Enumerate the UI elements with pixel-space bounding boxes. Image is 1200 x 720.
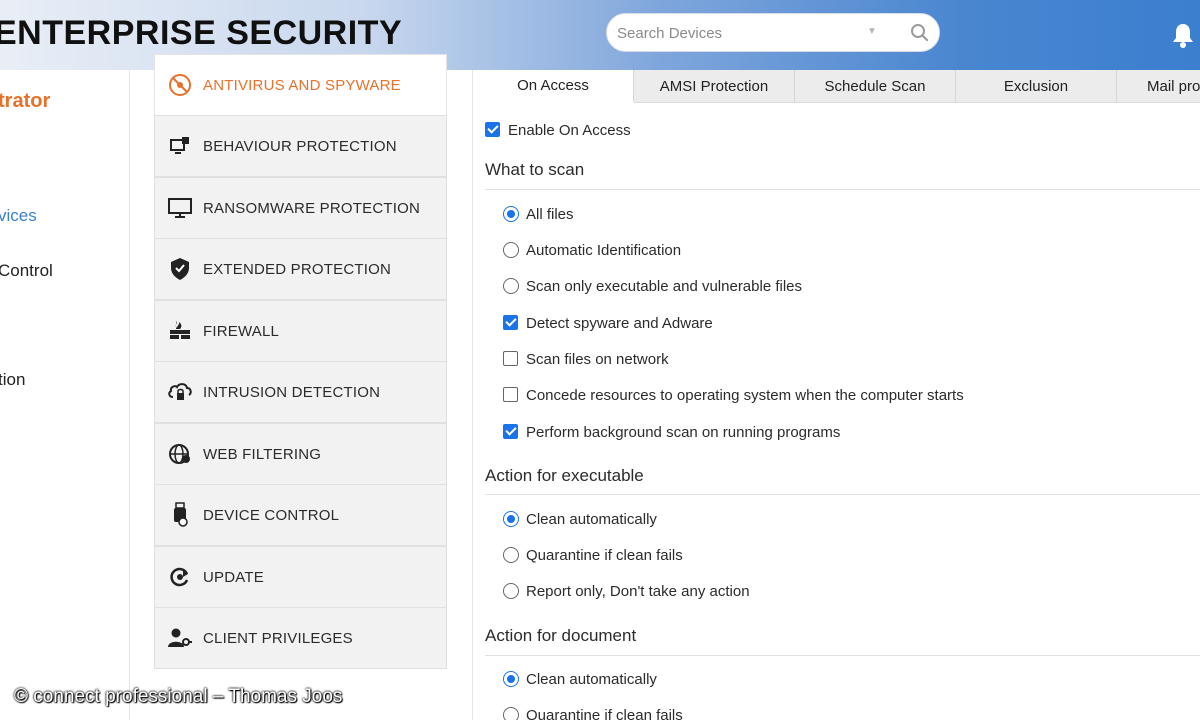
tab-exclusion[interactable]: Exclusion xyxy=(956,70,1117,103)
radio-label[interactable]: All files xyxy=(526,206,574,223)
role-label: trator xyxy=(0,90,51,112)
category-label: BEHAVIOUR PROTECTION xyxy=(203,137,397,155)
search-input[interactable] xyxy=(617,22,867,44)
checkbox-label[interactable]: Perform background scan on running progr… xyxy=(526,424,840,441)
tab-bar: On Access AMSI Protection Schedule Scan … xyxy=(473,70,1200,103)
behaviour-icon xyxy=(167,133,193,159)
radio-label[interactable]: Quarantine if clean fails xyxy=(526,547,683,564)
radio-label[interactable]: Quarantine if clean fails xyxy=(526,707,683,720)
radio-label[interactable]: Report only, Don't take any action xyxy=(526,583,750,600)
leftnav-item-devices[interactable]: vices xyxy=(0,206,37,226)
search-box[interactable]: ▼ xyxy=(606,13,940,52)
checkbox-scan-network[interactable] xyxy=(503,351,518,366)
category-label: UPDATE xyxy=(203,568,264,586)
shield-icon xyxy=(167,256,193,282)
monitor-icon xyxy=(167,195,193,221)
category-label: EXTENDED PROTECTION xyxy=(203,260,391,278)
radio-label[interactable]: Automatic Identification xyxy=(526,242,681,259)
category-extended[interactable]: EXTENDED PROTECTION xyxy=(154,238,447,300)
usb-icon xyxy=(167,502,193,528)
checkbox-detect-spyware[interactable] xyxy=(503,315,518,330)
radio-exec-report-only[interactable] xyxy=(503,583,519,599)
section-action-document: Action for document xyxy=(485,626,637,645)
category-label: WEB FILTERING xyxy=(203,445,322,463)
section-divider xyxy=(485,494,1200,495)
main-panel: On Access AMSI Protection Schedule Scan … xyxy=(472,70,1200,720)
radio-all-files[interactable] xyxy=(503,206,519,222)
category-label: FIREWALL xyxy=(203,322,280,340)
tab-mail-protection[interactable]: Mail pro xyxy=(1117,70,1200,103)
category-device-control[interactable]: DEVICE CONTROL xyxy=(154,484,447,546)
tab-on-access[interactable]: On Access xyxy=(473,70,634,103)
radio-label[interactable]: Clean automatically xyxy=(526,511,657,528)
category-ransomware[interactable]: RANSOMWARE PROTECTION xyxy=(154,177,447,239)
app-title: ENTERPRISE SECURITY xyxy=(0,14,403,52)
bell-icon[interactable] xyxy=(1170,21,1196,49)
radio-label[interactable]: Clean automatically xyxy=(526,671,657,688)
chevron-down-icon[interactable]: ▼ xyxy=(867,26,879,38)
category-label: RANSOMWARE PROTECTION xyxy=(203,199,420,217)
category-list: ANTIVIRUS AND SPYWARE BEHAVIOUR PROTECTI… xyxy=(130,54,472,720)
category-antivirus[interactable]: ANTIVIRUS AND SPYWARE xyxy=(154,54,447,116)
category-label: ANTIVIRUS AND SPYWARE xyxy=(203,76,401,94)
section-divider xyxy=(485,655,1200,656)
category-label: CLIENT PRIVILEGES xyxy=(203,629,353,647)
category-firewall[interactable]: FIREWALL xyxy=(154,300,447,362)
section-what-to-scan: What to scan xyxy=(485,160,585,179)
checkbox-label[interactable]: Concede resources to operating system wh… xyxy=(526,387,964,404)
radio-scan-executable[interactable] xyxy=(503,278,519,294)
tab-amsi-protection[interactable]: AMSI Protection xyxy=(634,70,795,103)
copyright-watermark: © connect professional – Thomas Joos xyxy=(14,686,343,707)
antivirus-icon xyxy=(167,72,193,98)
enable-on-access-label[interactable]: Enable On Access xyxy=(508,122,631,139)
enable-on-access-checkbox[interactable] xyxy=(485,122,500,137)
globe-icon xyxy=(167,441,193,467)
section-divider xyxy=(485,189,1200,190)
radio-automatic-identification[interactable] xyxy=(503,242,519,258)
category-client-privileges[interactable]: CLIENT PRIVILEGES xyxy=(154,607,447,669)
radio-doc-quarantine[interactable] xyxy=(503,707,519,720)
category-update[interactable]: UPDATE xyxy=(154,546,447,608)
category-intrusion[interactable]: INTRUSION DETECTION xyxy=(154,361,447,423)
user-key-icon xyxy=(167,625,193,651)
firewall-icon xyxy=(167,318,193,344)
search-icon[interactable] xyxy=(909,22,931,44)
category-web-filtering[interactable]: WEB FILTERING xyxy=(154,423,447,485)
cloud-lock-icon xyxy=(167,379,193,405)
radio-doc-clean[interactable] xyxy=(503,671,519,687)
category-behaviour[interactable]: BEHAVIOUR PROTECTION xyxy=(154,115,447,177)
checkbox-concede-resources[interactable] xyxy=(503,387,518,402)
category-label: DEVICE CONTROL xyxy=(203,506,340,524)
leftnav-item-tion[interactable]: tion xyxy=(0,370,25,390)
radio-exec-quarantine[interactable] xyxy=(503,547,519,563)
category-label: INTRUSION DETECTION xyxy=(203,383,381,401)
tab-schedule-scan[interactable]: Schedule Scan xyxy=(795,70,956,103)
checkbox-label[interactable]: Detect spyware and Adware xyxy=(526,315,713,332)
left-nav: trator vices Control tion xyxy=(0,70,130,720)
section-action-executable: Action for executable xyxy=(485,466,644,485)
refresh-icon xyxy=(167,564,193,590)
radio-label[interactable]: Scan only executable and vulnerable file… xyxy=(526,278,802,295)
checkbox-label[interactable]: Scan files on network xyxy=(526,351,669,368)
checkbox-background-scan[interactable] xyxy=(503,424,518,439)
radio-exec-clean[interactable] xyxy=(503,511,519,527)
leftnav-item-control[interactable]: Control xyxy=(0,261,53,281)
